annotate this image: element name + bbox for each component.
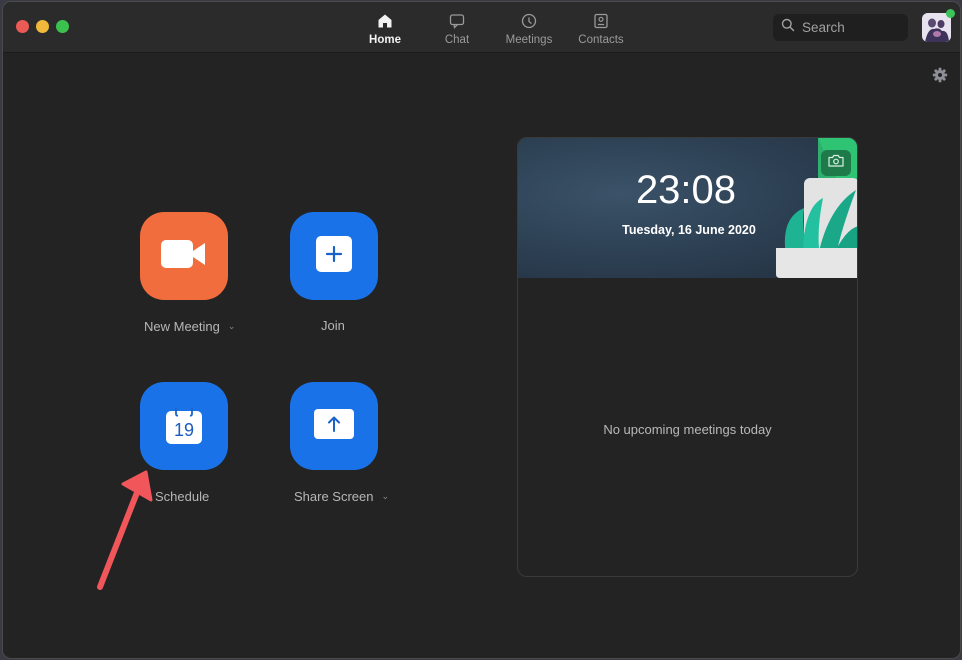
tab-chat[interactable]: Chat <box>421 2 493 53</box>
contacts-icon <box>592 12 610 30</box>
close-window-button[interactable] <box>16 20 29 33</box>
clock-icon <box>520 12 538 30</box>
tab-contacts[interactable]: Contacts <box>565 2 637 53</box>
share-screen-text: Share Screen <box>294 489 374 504</box>
calendar-day: 19 <box>173 420 195 440</box>
current-time: 23:08 <box>518 168 857 213</box>
join-label[interactable]: Join <box>321 318 345 333</box>
video-camera-icon <box>161 239 207 274</box>
settings-gear-icon[interactable] <box>932 67 948 83</box>
tab-meetings[interactable]: Meetings <box>493 2 565 53</box>
share-arrow-icon <box>314 408 354 444</box>
annotation-arrow-icon <box>97 470 153 590</box>
home-icon <box>376 12 394 30</box>
join-button[interactable] <box>290 212 378 300</box>
new-meeting-text: New Meeting <box>144 319 220 334</box>
chat-icon <box>448 12 466 30</box>
card-header-banner: 23:08 Tuesday, 16 June 2020 <box>518 138 857 278</box>
new-meeting-label[interactable]: New Meeting ⌄ <box>144 319 235 334</box>
current-time-text: 23:08 <box>635 168 737 212</box>
maximize-window-button[interactable] <box>56 20 69 33</box>
no-meetings-message: No upcoming meetings today <box>603 422 772 437</box>
profile-avatar[interactable] <box>922 13 951 42</box>
share-screen-button[interactable] <box>290 382 378 470</box>
search-placeholder: Search <box>802 20 845 35</box>
calendar-icon: 19 <box>165 407 203 445</box>
search-icon <box>781 18 795 37</box>
tab-meetings-label: Meetings <box>505 34 553 46</box>
join-text: Join <box>321 318 345 333</box>
search-input[interactable]: Search <box>773 14 908 41</box>
main-nav: Home Chat Meetings Contacts <box>349 2 637 53</box>
tab-contacts-label: Contacts <box>578 34 624 46</box>
zoom-window: Home Chat Meetings Contacts Search New M… <box>2 1 961 659</box>
chevron-down-icon[interactable]: ⌄ <box>228 321 236 332</box>
change-background-button[interactable] <box>821 150 851 176</box>
plus-icon <box>316 235 352 277</box>
chevron-down-icon[interactable]: ⌄ <box>382 491 390 502</box>
camera-icon <box>828 154 844 172</box>
upcoming-meetings-card: 23:08 Tuesday, 16 June 2020 No upcoming … <box>517 137 858 577</box>
new-meeting-button[interactable] <box>140 212 228 300</box>
minimize-window-button[interactable] <box>36 20 49 33</box>
online-status-indicator <box>946 9 955 18</box>
current-date: Tuesday, 16 June 2020 <box>518 223 857 237</box>
tab-home-label: Home <box>369 34 401 46</box>
tab-chat-label: Chat <box>444 34 470 46</box>
tab-home[interactable]: Home <box>349 2 421 53</box>
share-screen-label[interactable]: Share Screen ⌄ <box>294 489 389 504</box>
current-date-text: Tuesday, 16 June 2020 <box>622 223 756 237</box>
title-bar: Home Chat Meetings Contacts Search <box>3 2 960 53</box>
